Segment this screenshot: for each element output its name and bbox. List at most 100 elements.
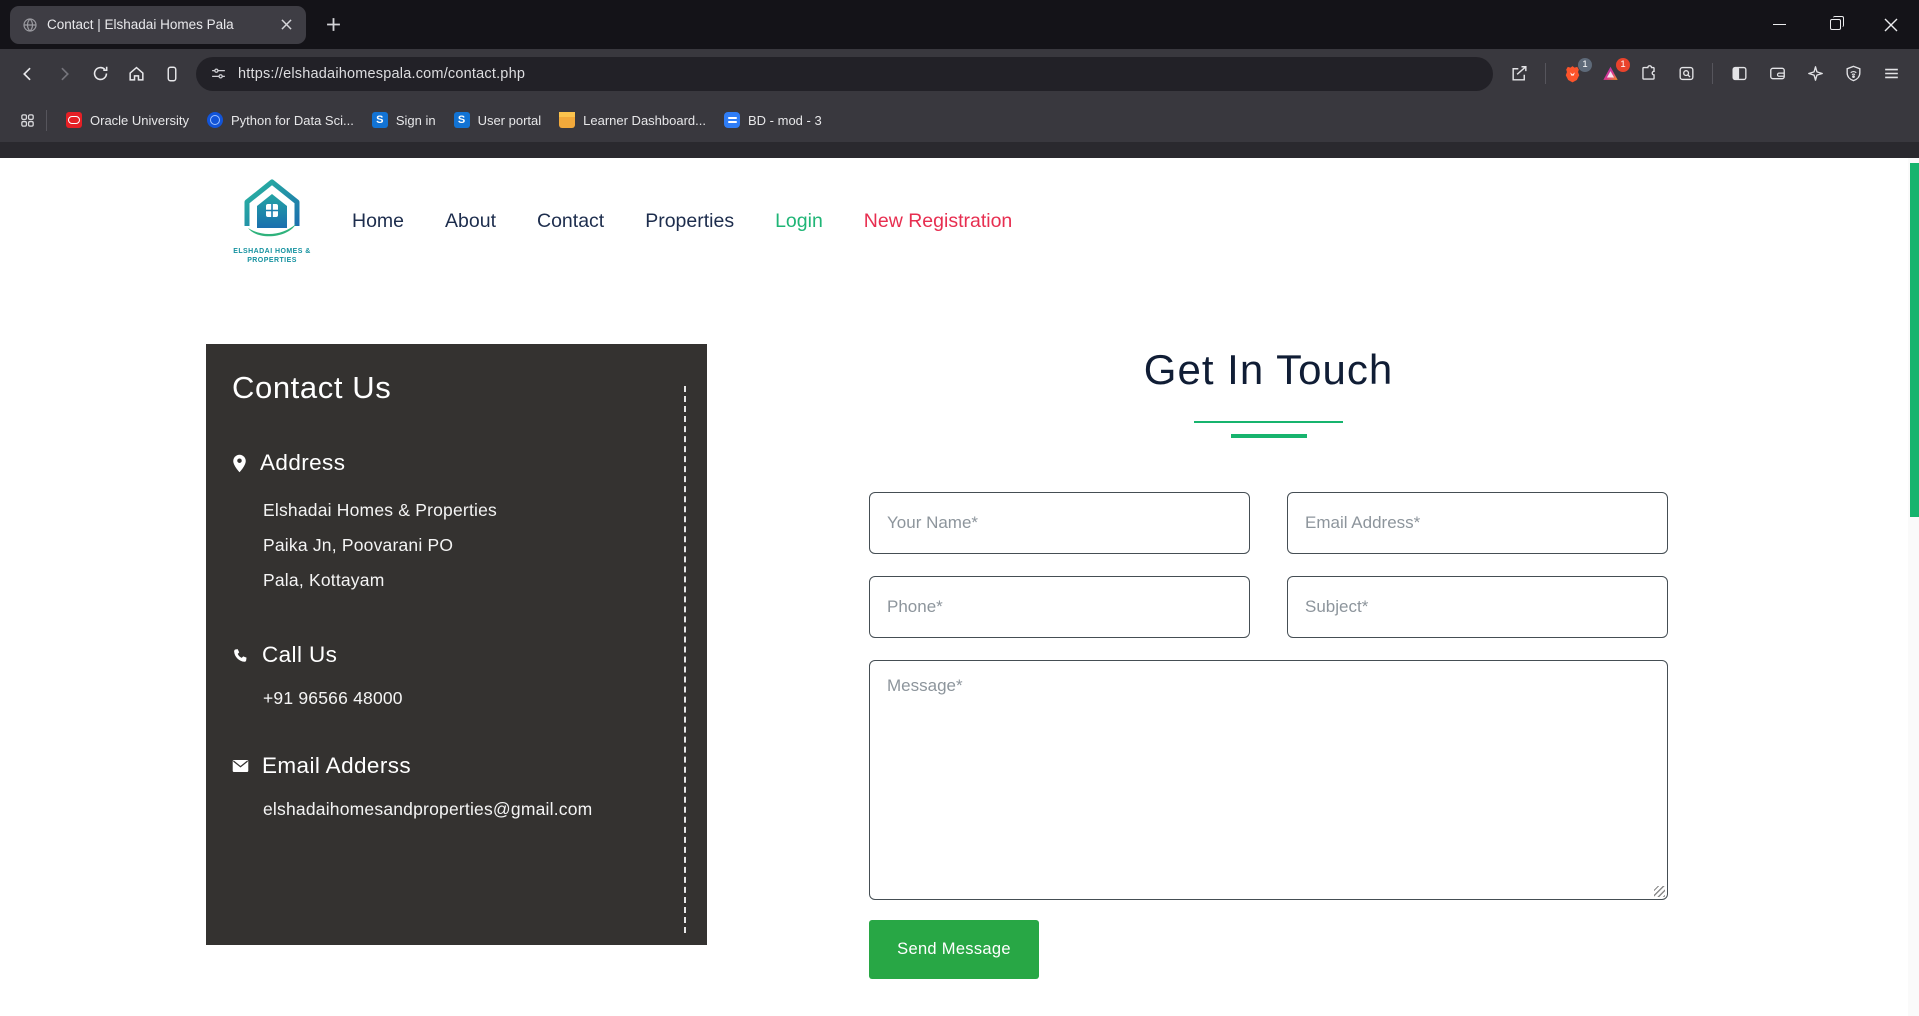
bookmark-learner-dashboard[interactable]: Learner Dashboard...	[550, 107, 715, 133]
vpn-shield-button[interactable]	[1835, 56, 1871, 92]
tab-search-icon	[1677, 64, 1696, 83]
bookmarks-panel-icon	[163, 65, 181, 83]
nav-about[interactable]: About	[445, 210, 496, 233]
email-heading: Email Adderss	[262, 753, 411, 779]
phone-icon	[232, 647, 249, 664]
page-scrollbar-thumb[interactable]	[1910, 163, 1919, 517]
envelope-icon	[232, 759, 249, 773]
contact-form	[869, 492, 1668, 900]
phone-input[interactable]	[869, 576, 1250, 638]
box-favicon	[559, 112, 575, 128]
tab-title: Contact | Elshadai Homes Pala	[47, 17, 267, 32]
name-input[interactable]	[869, 492, 1250, 554]
bookmarks-divider	[46, 110, 47, 131]
home-icon	[127, 64, 146, 83]
window-controls	[1751, 0, 1919, 49]
share-button[interactable]	[1501, 56, 1537, 92]
close-window-button[interactable]	[1863, 0, 1919, 49]
back-button[interactable]	[10, 56, 46, 92]
bookmark-user-portal[interactable]: S User portal	[445, 107, 551, 133]
get-in-touch-section: Get In Touch Send Message	[869, 346, 1668, 979]
main-navigation: Home About Contact Properties Login New …	[352, 210, 1012, 233]
reload-button[interactable]	[82, 56, 118, 92]
shields-badge: 1	[1578, 58, 1592, 72]
menu-button[interactable]	[1873, 56, 1909, 92]
brave-shields-button[interactable]: 1	[1554, 56, 1590, 92]
phone-number: +91 96566 48000	[263, 688, 681, 709]
active-tab[interactable]: Contact | Elshadai Homes Pala	[10, 6, 306, 44]
address-line: Paika Jn, Poovarani PO	[263, 528, 681, 563]
s-favicon: S	[372, 112, 388, 128]
close-tab-icon[interactable]	[276, 15, 296, 35]
docs-favicon	[724, 112, 740, 128]
bookmark-python-for-data-sci[interactable]: Python for Data Sci...	[198, 107, 363, 133]
rewards-button[interactable]: 1	[1592, 56, 1628, 92]
oracle-favicon	[66, 112, 82, 128]
new-tab-button[interactable]	[318, 10, 348, 40]
nav-home[interactable]: Home	[352, 210, 404, 233]
close-window-icon	[1884, 18, 1898, 32]
toolbar-actions: 1 1	[1501, 56, 1909, 92]
s-favicon: S	[454, 112, 470, 128]
bookmark-oracle-university[interactable]: Oracle University	[57, 107, 198, 133]
extensions-button[interactable]	[1630, 56, 1666, 92]
email-input[interactable]	[1287, 492, 1668, 554]
email-section: Email Adderss elshadaihomesandproperties…	[232, 753, 681, 820]
share-icon	[1510, 64, 1529, 83]
back-icon	[18, 64, 38, 84]
toolbar-divider	[1712, 63, 1713, 84]
call-heading: Call Us	[262, 642, 337, 668]
address-bar[interactable]: https://elshadaihomespala.com/contact.ph…	[196, 57, 1493, 91]
browser-tab-bar: Contact | Elshadai Homes Pala	[0, 0, 1919, 49]
address-section: Address Elshadai Homes & Properties Paik…	[232, 450, 681, 598]
apps-grid-button[interactable]	[12, 105, 42, 135]
forward-icon	[54, 64, 74, 84]
hamburger-icon	[1882, 64, 1901, 83]
minimize-button[interactable]	[1751, 0, 1807, 49]
send-message-button[interactable]: Send Message	[869, 920, 1039, 979]
logo-text-line2: PROPERTIES	[229, 256, 315, 265]
forward-button[interactable]	[46, 56, 82, 92]
sparkle-icon	[1806, 64, 1825, 83]
browser-toolbar: https://elshadaihomespala.com/contact.ph…	[0, 49, 1919, 98]
restore-button[interactable]	[1807, 0, 1863, 49]
subject-input[interactable]	[1287, 576, 1668, 638]
location-pin-icon	[232, 454, 247, 473]
title-underline	[1194, 421, 1343, 423]
sidebar-toggle-button[interactable]	[1721, 56, 1757, 92]
bookmarks-bar: Oracle University Python for Data Sci...…	[0, 98, 1919, 142]
nav-properties[interactable]: Properties	[645, 210, 734, 233]
address-line: Elshadai Homes & Properties	[263, 493, 681, 528]
nav-new-registration[interactable]: New Registration	[864, 210, 1012, 233]
nav-login[interactable]: Login	[775, 210, 823, 233]
house-logo-icon	[235, 178, 309, 240]
address-line: Pala, Kottayam	[263, 563, 681, 598]
nav-contact[interactable]: Contact	[537, 210, 604, 233]
python-course-favicon	[207, 112, 223, 128]
bookmarks-panel-button[interactable]	[154, 56, 190, 92]
reload-icon	[91, 64, 110, 83]
tab-search-button[interactable]	[1668, 56, 1704, 92]
rewards-badge: 1	[1616, 58, 1630, 72]
chrome-bottom-strip	[0, 142, 1919, 158]
page-title: Get In Touch	[869, 346, 1668, 394]
site-settings-icon[interactable]	[210, 65, 227, 82]
bookmark-bd-mod-3[interactable]: BD - mod - 3	[715, 107, 831, 133]
contact-panel-title: Contact Us	[232, 370, 681, 406]
apps-grid-icon	[19, 112, 36, 129]
message-textarea[interactable]	[869, 660, 1668, 900]
title-underline-short	[1231, 434, 1307, 438]
toolbar-divider	[1545, 63, 1546, 84]
contact-info-panel: Contact Us Address Elshadai Homes & Prop…	[206, 344, 707, 945]
site-logo[interactable]: ELSHADAI HOMES & PROPERTIES	[229, 178, 315, 265]
address-heading: Address	[260, 450, 345, 476]
bookmark-sign-in[interactable]: S Sign in	[363, 107, 445, 133]
wallet-button[interactable]	[1759, 56, 1795, 92]
sidebar-icon	[1730, 64, 1749, 83]
leo-ai-button[interactable]	[1797, 56, 1833, 92]
home-button[interactable]	[118, 56, 154, 92]
globe-icon	[22, 17, 38, 33]
url-text[interactable]: https://elshadaihomespala.com/contact.ph…	[238, 66, 525, 82]
page-scrollbar-track[interactable]	[1908, 158, 1919, 1016]
wallet-icon	[1768, 64, 1787, 83]
